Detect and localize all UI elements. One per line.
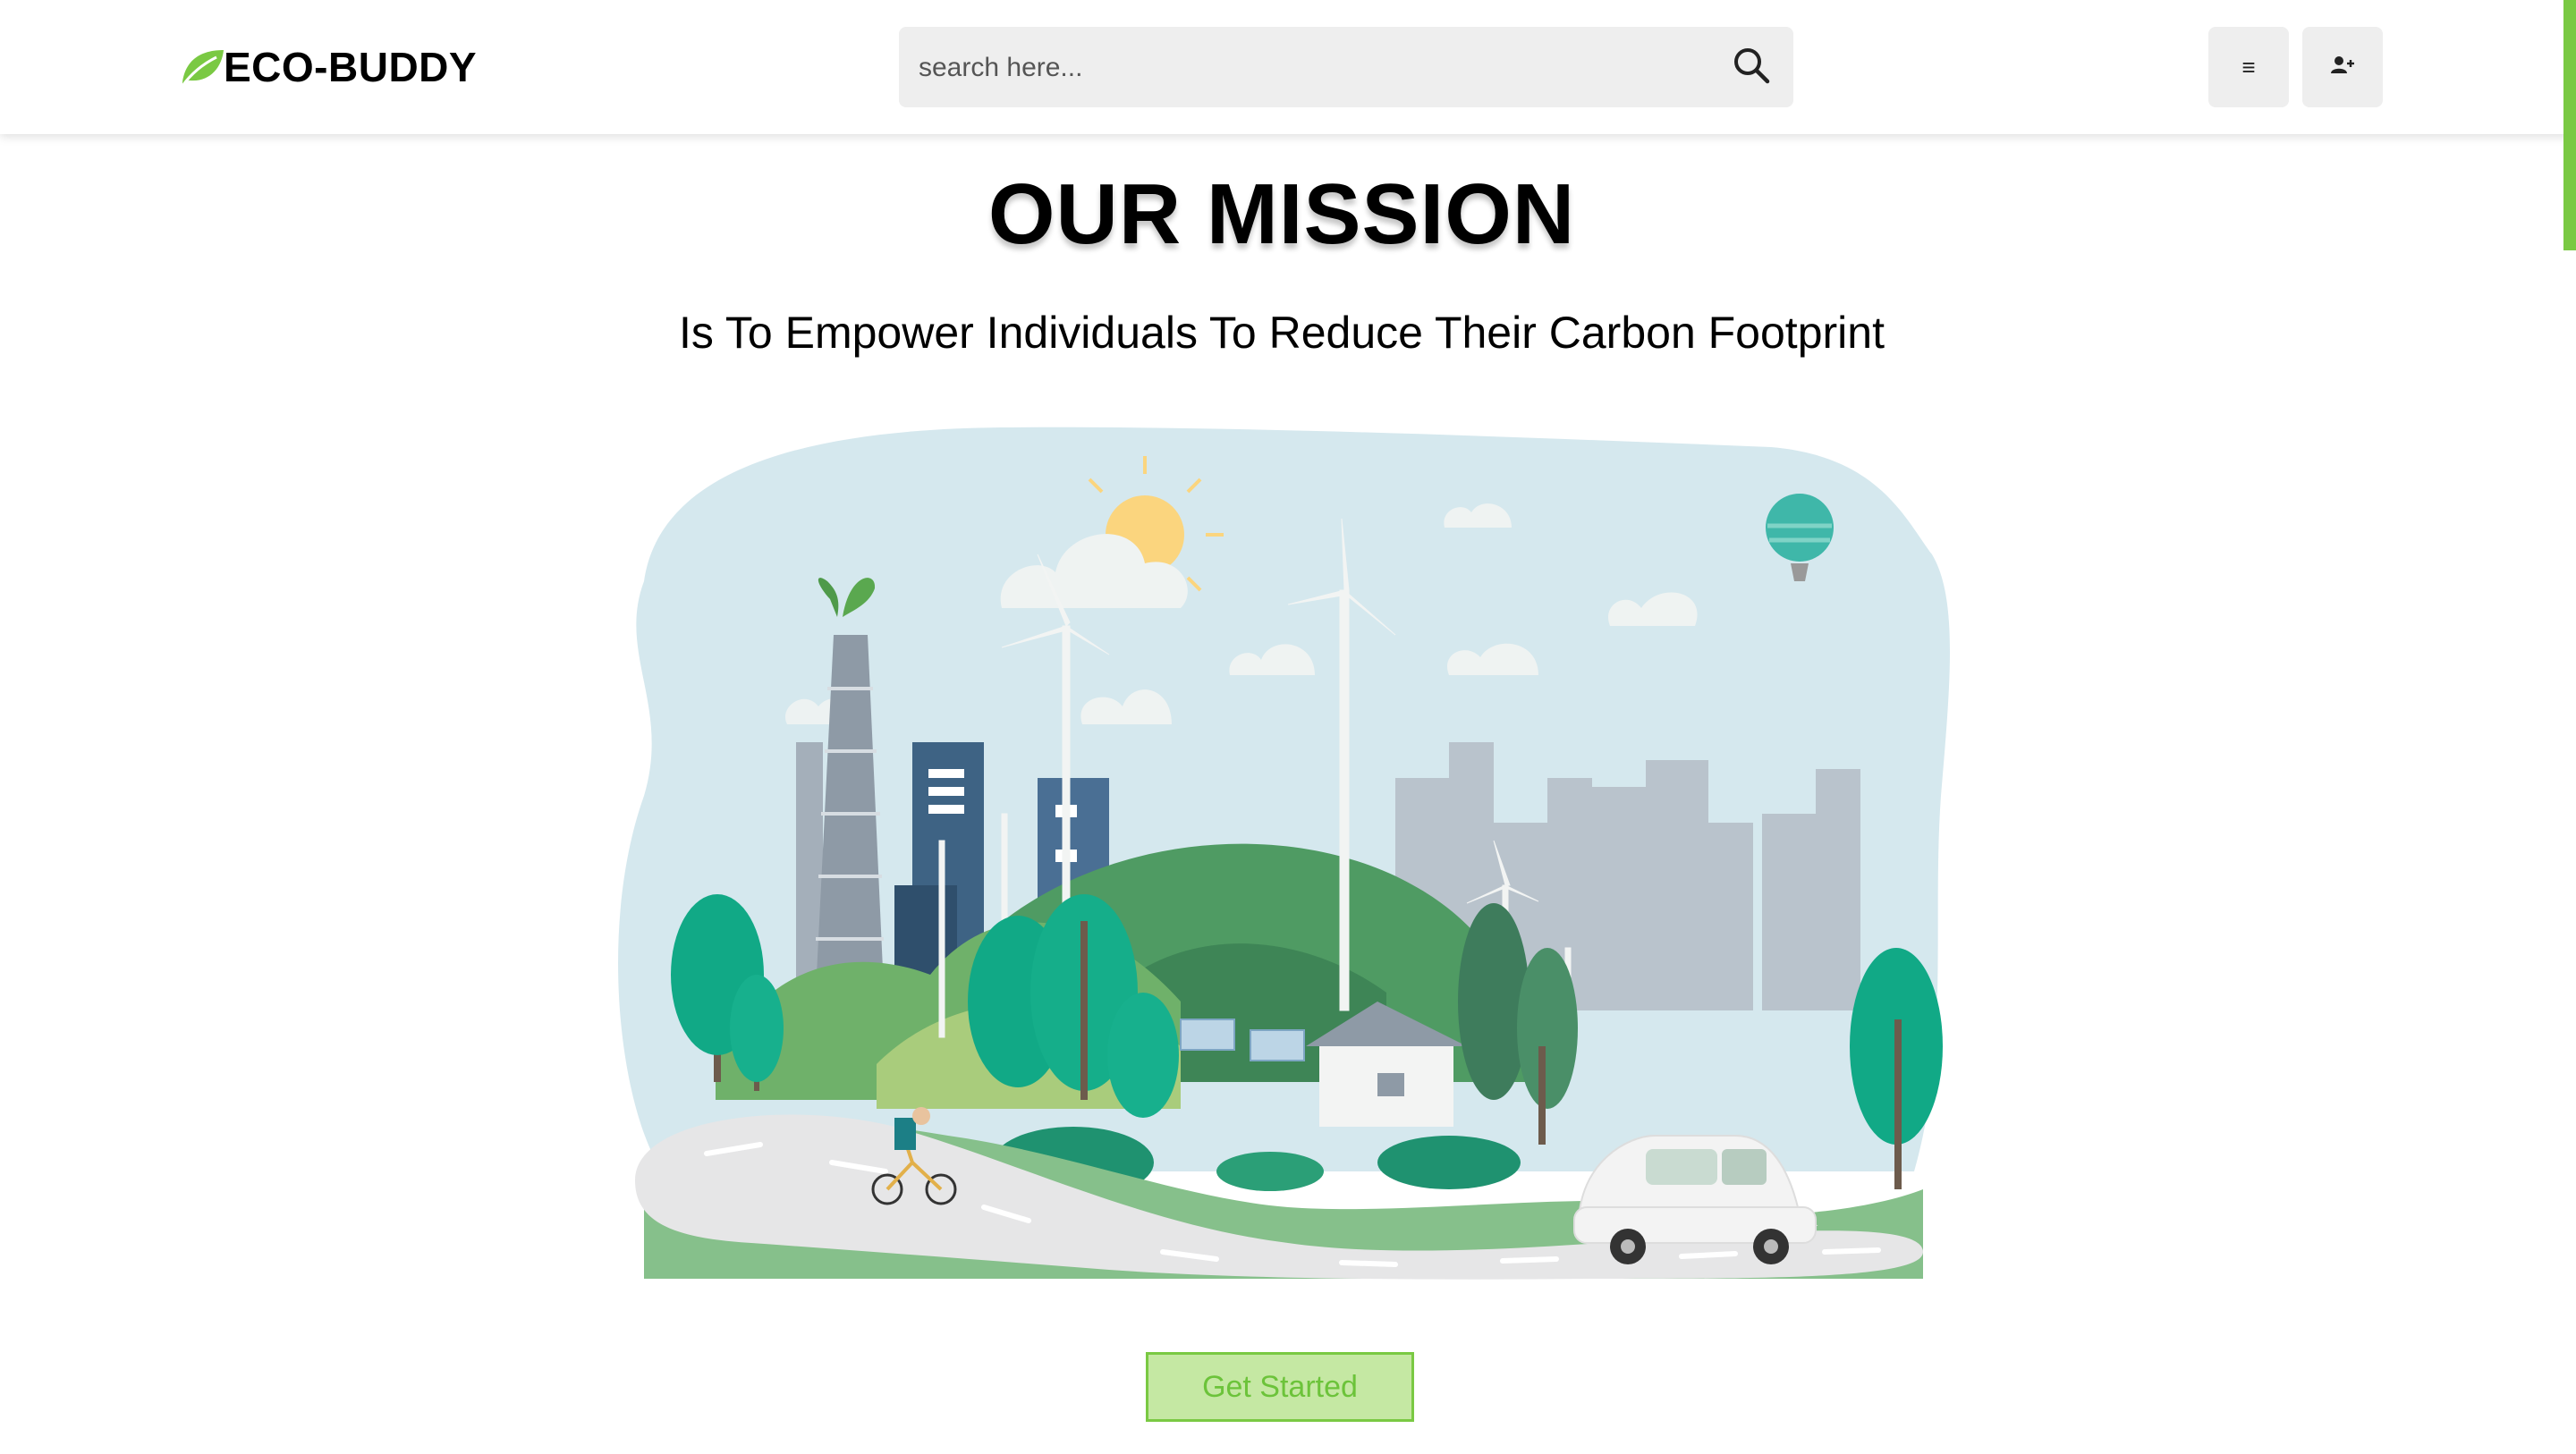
page-subtitle: Is To Empower Individuals To Reduce Thei… (679, 308, 1885, 358)
green-city-illustration (608, 420, 1959, 1288)
leaf-icon (177, 46, 225, 88)
menu-icon: ≡ (2241, 54, 2256, 80)
scrollbar-thumb[interactable] (2563, 0, 2576, 250)
page-title: OUR MISSION (987, 166, 1576, 262)
search-bar (899, 27, 1793, 109)
search-input[interactable] (917, 27, 1707, 109)
register-button[interactable] (2302, 27, 2383, 107)
user-plus-icon (2330, 55, 2355, 80)
get-started-button[interactable]: Get Started (1146, 1352, 1414, 1422)
menu-button[interactable]: ≡ (2208, 27, 2289, 107)
top-navbar: ECO-BUDDY ≡ (0, 0, 2576, 134)
brand-logo[interactable]: ECO-BUDDY (177, 40, 477, 94)
search-icon (1732, 46, 1771, 89)
brand-name: ECO-BUDDY (224, 44, 478, 90)
search-button[interactable] (1729, 45, 1774, 89)
